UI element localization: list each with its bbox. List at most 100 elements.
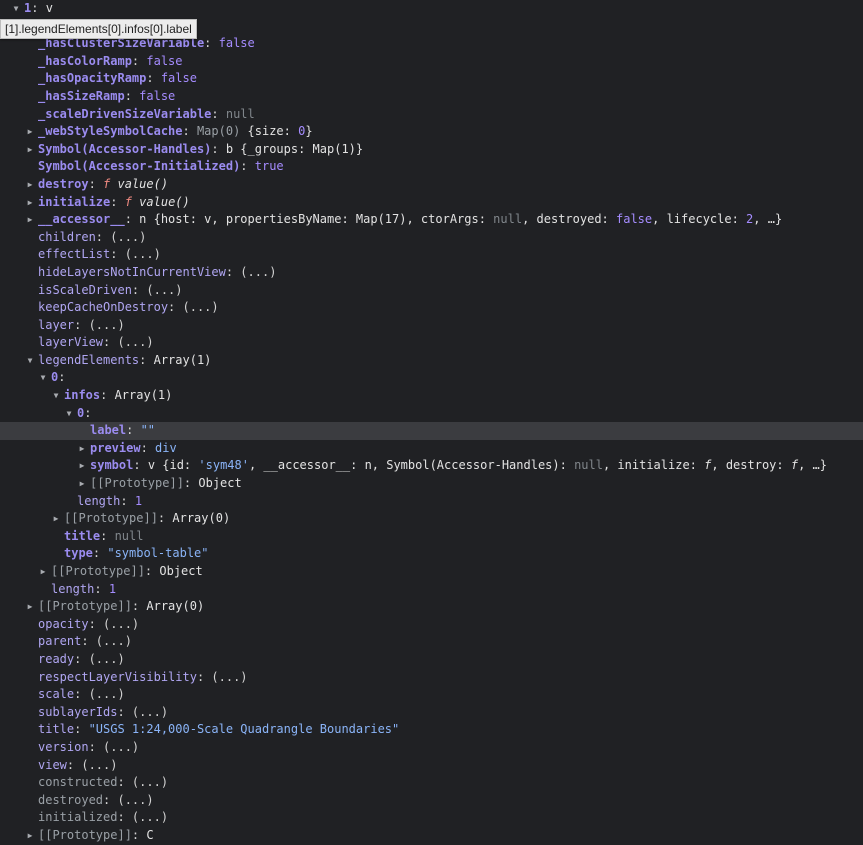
tree-row[interactable]: length: 1	[0, 493, 863, 511]
tree-row[interactable]: ▶ preview: div	[0, 440, 863, 458]
tree-row[interactable]: sublayerIds: (...)	[0, 704, 863, 722]
collapse-triangle-icon[interactable]: ▼	[39, 369, 47, 387]
tree-row[interactable]: destroyed: (...)	[0, 792, 863, 810]
tree-row[interactable]: _hasOpacityRamp: false	[0, 70, 863, 88]
tree-row[interactable]: ▼ 1: v	[0, 0, 863, 18]
tree-row[interactable]: ▶ destroy: f value()	[0, 176, 863, 194]
property-value: f	[124, 194, 132, 209]
tree-row[interactable]: keepCacheOnDestroy: (...)	[0, 299, 863, 317]
tree-row[interactable]: scale: (...)	[0, 686, 863, 704]
tree-row[interactable]: hideLayersNotInCurrentView: (...)	[0, 264, 863, 282]
tree-row[interactable]: respectLayerVisibility: (...)	[0, 669, 863, 687]
tree-row[interactable]: ▶ Symbol(Accessor-Handles): b {_groups: M…	[0, 141, 863, 159]
tree-row[interactable]: isScaleDriven: (...)	[0, 282, 863, 300]
tree-row[interactable]: version: (...)	[0, 739, 863, 757]
property-value: v {id:	[147, 458, 199, 473]
property-value: : (...)	[103, 335, 154, 350]
tree-row[interactable]: layer: (...)	[0, 317, 863, 335]
property-value: Map(0)	[196, 124, 248, 139]
property-value: : (...)	[103, 792, 154, 807]
property-value: b {_groups: Map(1)}	[225, 141, 364, 156]
collapse-triangle-icon[interactable]: ▼	[12, 0, 20, 18]
expand-triangle-icon[interactable]: ▶	[78, 457, 86, 475]
expand-triangle-icon[interactable]: ▶	[26, 176, 34, 194]
expand-triangle-icon[interactable]: ▶	[26, 598, 34, 616]
tree-row[interactable]: view: (...)	[0, 757, 863, 775]
property-value: :	[131, 599, 147, 614]
property-value: : (...)	[225, 264, 277, 279]
property-key: initialize	[38, 194, 111, 209]
property-value: :	[204, 36, 219, 51]
property-value: : (...)	[88, 616, 140, 631]
property-key: opacity	[38, 616, 89, 631]
row-text: Symbol(Accessor-Handles): b {_groups: Ma…	[38, 141, 363, 159]
tree-row[interactable]: ▶ __accessor__: n {host: v, propertiesByN…	[0, 211, 863, 229]
tree-row[interactable]: _scaleDrivenSizeVariable: null	[0, 106, 863, 124]
row-text: layerView: (...)	[38, 334, 154, 352]
property-key: _webStyleSymbolCache	[38, 124, 183, 139]
tree-row[interactable]: ▼ legendElements: Array(1)	[0, 352, 863, 370]
property-path-tooltip: [1].legendElements[0].infos[0].label	[0, 19, 197, 39]
property-key: _scaleDrivenSizeVariable	[38, 106, 212, 121]
tree-row[interactable]: ready: (...)	[0, 651, 863, 669]
row-text: respectLayerVisibility: (...)	[38, 669, 248, 687]
property-value: Array(0)	[172, 511, 231, 526]
property-key: preview	[90, 440, 141, 455]
row-text: children: (...)	[38, 229, 146, 247]
row-text: constructed: (...)	[38, 774, 168, 792]
tree-row[interactable]: initialized: (...)	[0, 809, 863, 827]
property-value: :	[139, 352, 154, 367]
property-value: null	[114, 528, 144, 543]
property-key: view	[38, 757, 67, 772]
tree-row[interactable]: ▶ [[Prototype]]: Array(0)	[0, 510, 863, 528]
tree-row[interactable]: ▶ symbol: v {id: 'sym48', __accessor__: n…	[0, 457, 863, 475]
tree-row[interactable]: ▶ [[Prototype]]: Object	[0, 563, 863, 581]
tree-row[interactable]: children: (...)	[0, 229, 863, 247]
tree-row[interactable]: length: 1	[0, 581, 863, 599]
property-value: : (...)	[117, 775, 169, 790]
property-value: Object	[198, 476, 242, 491]
expand-triangle-icon[interactable]: ▶	[26, 194, 34, 212]
tree-row[interactable]: ▶ initialize: f value()	[0, 194, 863, 212]
tree-row[interactable]: label: ""	[0, 422, 863, 440]
tree-row[interactable]: ▶ [[Prototype]]: Object	[0, 475, 863, 493]
tree-row[interactable]: title: null	[0, 528, 863, 546]
property-key: title	[38, 722, 75, 737]
expand-triangle-icon[interactable]: ▶	[26, 211, 34, 229]
tree-row[interactable]: _hasColorRamp: false	[0, 53, 863, 71]
expand-triangle-icon[interactable]: ▶	[26, 827, 34, 845]
tree-row[interactable]: parent: (...)	[0, 633, 863, 651]
tree-row[interactable]: constructed: (...)	[0, 774, 863, 792]
row-text: initialized: (...)	[38, 809, 168, 827]
tree-row[interactable]: ▶ [[Prototype]]: C	[0, 827, 863, 845]
tree-row[interactable]: ▶ [[Prototype]]: Array(0)	[0, 598, 863, 616]
tree-row[interactable]: title: "USGS 1:24,000-Scale Quadrangle B…	[0, 721, 863, 739]
collapse-triangle-icon[interactable]: ▼	[26, 352, 34, 370]
property-key: Symbol(Accessor-Initialized)	[38, 159, 241, 174]
expand-triangle-icon[interactable]: ▶	[26, 141, 34, 159]
expand-triangle-icon[interactable]: ▶	[26, 123, 34, 141]
expand-triangle-icon[interactable]: ▶	[78, 440, 86, 458]
tree-row[interactable]: Symbol(Accessor-Initialized): true	[0, 158, 863, 176]
property-key: infos	[64, 388, 101, 403]
expand-triangle-icon[interactable]: ▶	[39, 563, 47, 581]
property-key: [[Prototype]]	[90, 476, 184, 491]
property-value: Array(0)	[146, 599, 205, 614]
collapse-triangle-icon[interactable]: ▼	[65, 405, 73, 423]
tree-row[interactable]: ▼ 0:	[0, 405, 863, 423]
row-text: _hasOpacityRamp: false	[38, 70, 197, 88]
property-key: length	[77, 493, 121, 508]
expand-triangle-icon[interactable]: ▶	[78, 475, 86, 493]
tree-row[interactable]: type: "symbol-table"	[0, 545, 863, 563]
expand-triangle-icon[interactable]: ▶	[52, 510, 60, 528]
tree-row[interactable]: layerView: (...)	[0, 334, 863, 352]
tree-row[interactable]: _hasSizeRamp: false	[0, 88, 863, 106]
tree-row[interactable]: ▶ _webStyleSymbolCache: Map(0) {size: 0}	[0, 123, 863, 141]
tree-row[interactable]: ▼ 0:	[0, 369, 863, 387]
row-text: infos: Array(1)	[64, 387, 172, 405]
tree-row[interactable]: effectList: (...)	[0, 246, 863, 264]
property-key: [[Prototype]]	[38, 827, 132, 842]
tree-row[interactable]: opacity: (...)	[0, 616, 863, 634]
tree-row[interactable]: ▼ infos: Array(1)	[0, 387, 863, 405]
collapse-triangle-icon[interactable]: ▼	[52, 387, 60, 405]
